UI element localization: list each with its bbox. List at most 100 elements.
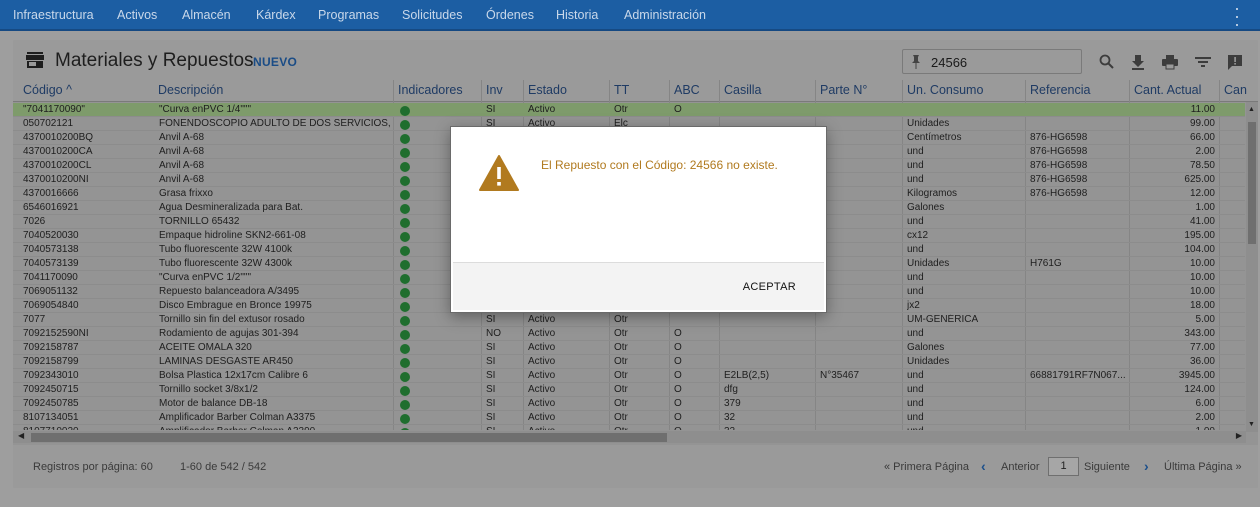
table-row[interactable]: 7092158799 LAMINAS DESGASTE AR450 SI Activo…: [13, 355, 1245, 369]
column-header-inv[interactable]: Inv: [486, 83, 503, 97]
nav-item-programas[interactable]: Programas: [318, 8, 379, 22]
last-page-link[interactable]: Última Página »: [1164, 461, 1242, 473]
cell-estado: Activo: [528, 384, 556, 395]
filter-icon[interactable]: [1194, 53, 1212, 71]
status-indicator-icon: [400, 162, 410, 172]
cell-tt: Otr: [614, 412, 628, 423]
column-header-descripcion[interactable]: Descripción: [158, 83, 223, 97]
search-icon[interactable]: [1098, 53, 1116, 71]
cell-abc: O: [674, 104, 682, 115]
column-header-parte[interactable]: Parte N°: [820, 83, 867, 97]
cell-estado: Activo: [528, 370, 556, 381]
cell-abc: O: [674, 412, 682, 423]
table-row[interactable]: 7092450715 Tornillo socket 3/8x1/2 SI Activ…: [13, 383, 1245, 397]
column-header-referencia[interactable]: Referencia: [1030, 83, 1090, 97]
nav-item-administracion[interactable]: Administración: [624, 8, 706, 22]
column-header-abc[interactable]: ABC: [674, 83, 700, 97]
page-number-input[interactable]: 1: [1048, 457, 1079, 476]
table-row[interactable]: 8107134051 Amplificador Barber Colman A33…: [13, 411, 1245, 425]
status-indicator-icon: [400, 428, 410, 430]
table-row[interactable]: "7041170090" "Curva enPVC 1/4""" SI Activo O…: [13, 103, 1245, 117]
sort-asc-icon: ^: [66, 83, 72, 97]
vertical-scroll-thumb[interactable]: [1248, 122, 1256, 244]
accept-button[interactable]: ACEPTAR: [743, 281, 796, 293]
horizontal-scrollbar[interactable]: ◀ ▶: [13, 431, 1246, 443]
status-indicator-icon: [400, 316, 410, 326]
cell-codigo: 7092158787: [23, 342, 79, 353]
column-header-casilla[interactable]: Casilla: [724, 83, 762, 97]
table-row[interactable]: 7092450785 Motor de balance DB-18 SI Activo…: [13, 397, 1245, 411]
table-row[interactable]: 7077 Tornillo sin fin del extusor rosado S…: [13, 313, 1245, 327]
cell-ref: H761G: [1030, 258, 1062, 269]
nav-item-activos[interactable]: Activos: [117, 8, 157, 22]
vertical-scrollbar[interactable]: ▲ ▼: [1246, 102, 1258, 432]
status-indicator-icon: [400, 134, 410, 144]
store-icon: [26, 52, 44, 68]
cell-cant: 10.00: [1189, 258, 1215, 269]
cell-abc: O: [674, 370, 682, 381]
cell-casilla: 32: [724, 412, 736, 423]
column-header-codigo[interactable]: Código ^: [23, 83, 72, 97]
cell-inv: SI: [486, 356, 496, 367]
table-row[interactable]: 7092152590NI Rodamiento de agujas 301-394…: [13, 327, 1245, 341]
nav-item-historia[interactable]: Historia: [556, 8, 598, 22]
column-header-indicadores[interactable]: Indicadores: [398, 83, 463, 97]
cell-codigo: 8107134051: [23, 412, 79, 423]
first-page-link[interactable]: « Primera Página: [884, 461, 969, 473]
scroll-down-icon[interactable]: ▼: [1248, 421, 1255, 428]
nav-item-kardex[interactable]: Kárdex: [256, 8, 296, 22]
print-icon[interactable]: [1161, 53, 1179, 71]
column-header-tt[interactable]: TT: [614, 83, 629, 97]
cell-estado: Activo: [528, 356, 556, 367]
cell-un: Centímetros: [907, 132, 962, 143]
feedback-icon[interactable]: [1226, 53, 1244, 71]
status-indicator-icon: [400, 120, 410, 130]
more-vert-icon[interactable]: · · ·: [1234, 0, 1240, 33]
table-row[interactable]: 8107710020 Amplificador Barber Colman A33…: [13, 425, 1245, 430]
status-indicator-icon: [400, 386, 410, 396]
table-row[interactable]: 7092158787 ACEITE OMALA 320 SI Activo Otr O Ga…: [13, 341, 1245, 355]
cell-codigo: 7092343010: [23, 370, 79, 381]
cell-estado: Activo: [528, 426, 606, 430]
nav-item-infraestructura[interactable]: Infraestructura: [13, 8, 94, 22]
status-indicator-icon: [400, 288, 410, 298]
records-per-page[interactable]: Registros por página: 60: [33, 461, 153, 473]
scroll-left-icon[interactable]: ◀: [18, 431, 24, 440]
status-indicator-icon: [400, 176, 410, 186]
column-header-can[interactable]: Can: [1224, 83, 1247, 97]
previous-page-link[interactable]: Anterior: [1001, 461, 1040, 473]
column-header-un-consumo[interactable]: Un. Consumo: [907, 83, 983, 97]
search-input[interactable]: [931, 53, 1071, 71]
cell-cant: 10.00: [1189, 272, 1215, 283]
cell-desc: Tubo fluorescente 32W 4100k: [159, 244, 293, 255]
scroll-right-icon[interactable]: ▶: [1236, 431, 1242, 440]
cell-codigo: 7092450715: [23, 384, 79, 395]
cell-codigo: 7092158799: [23, 356, 79, 367]
scroll-up-icon[interactable]: ▲: [1248, 106, 1255, 113]
nav-item-ordenes[interactable]: Órdenes: [486, 8, 534, 22]
cell-cant: 18.00: [1189, 300, 1215, 311]
chevron-right-icon[interactable]: ›: [1144, 458, 1149, 474]
column-header-estado[interactable]: Estado: [528, 83, 567, 97]
status-indicator-icon: [400, 400, 410, 410]
chevron-left-icon[interactable]: ‹: [981, 458, 986, 474]
nav-item-almacen[interactable]: Almacén: [182, 8, 231, 22]
cell-abc: O: [674, 426, 716, 430]
cell-abc: O: [674, 384, 682, 395]
cell-tt: Otr: [614, 314, 628, 325]
cell-casilla: dfg: [724, 384, 738, 395]
table-row[interactable]: 7092343010 Bolsa Plastica 12x17cm Calibre…: [13, 369, 1245, 383]
cell-desc: Anvil A-68: [159, 160, 205, 171]
cell-un: Kilogramos: [907, 188, 958, 199]
new-button[interactable]: NUEVO: [253, 55, 297, 69]
cell-un: und: [907, 244, 924, 255]
cell-desc: "Curva enPVC 1/2""": [159, 272, 252, 283]
download-icon[interactable]: [1129, 53, 1147, 71]
nav-item-solicitudes[interactable]: Solicitudes: [402, 8, 462, 22]
cell-tt: Otr: [614, 342, 628, 353]
horizontal-scroll-thumb[interactable]: [31, 433, 667, 442]
column-header-cant-actual[interactable]: Cant. Actual: [1134, 83, 1201, 97]
next-page-link[interactable]: Siguiente: [1084, 461, 1130, 473]
records-range: 1-60 de 542 / 542: [180, 461, 267, 473]
cell-un: Unidades: [907, 356, 950, 367]
